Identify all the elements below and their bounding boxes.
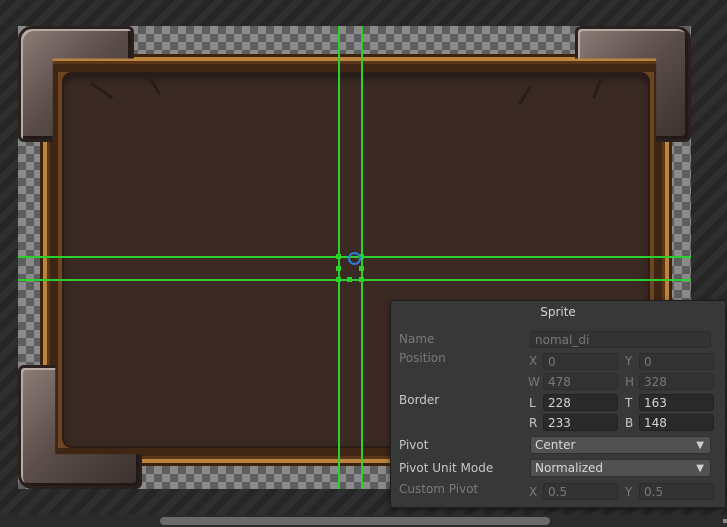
border-b-label: B — [625, 416, 634, 430]
pivot-unit-mode-value: Normalized — [535, 461, 604, 475]
pivot-label: Pivot — [399, 438, 429, 452]
chevron-down-icon: ▼ — [696, 463, 704, 474]
resize-handle[interactable] — [336, 254, 341, 259]
border-t-label: T — [625, 396, 633, 410]
pivot-dropdown-value: Center — [535, 438, 576, 452]
pivot-dropdown[interactable]: Center ▼ — [530, 436, 711, 454]
position-h-label: H — [625, 375, 635, 389]
pivot-unit-mode-label: Pivot Unit Mode — [399, 461, 494, 475]
custom-pivot-x-field[interactable]: 0.5 — [543, 483, 618, 500]
sprite-inspector-panel: Sprite Name nomal_di Position X 0 Y 0 W … — [390, 300, 726, 508]
panel-title: Sprite — [540, 305, 576, 319]
position-y-field[interactable]: 0 — [639, 353, 714, 370]
custom-pivot-x-label: X — [529, 485, 538, 499]
position-x-field[interactable]: 0 — [543, 353, 618, 370]
custom-pivot-y-label: Y — [625, 485, 633, 499]
border-label: Border — [399, 393, 440, 407]
custom-pivot-label: Custom Pivot — [399, 482, 479, 496]
position-w-label: W — [528, 375, 540, 389]
border-t-field[interactable]: 163 — [639, 394, 714, 411]
resize-handle[interactable] — [347, 277, 352, 282]
resize-handle[interactable] — [336, 277, 341, 282]
custom-pivot-y-field[interactable]: 0.5 — [639, 483, 714, 500]
crack-decoration — [518, 84, 532, 106]
position-x-label: X — [529, 354, 538, 368]
chevron-down-icon: ▼ — [696, 440, 704, 451]
crack-decoration — [592, 78, 602, 99]
position-label: Position — [399, 351, 446, 365]
position-y-label: Y — [625, 354, 633, 368]
border-l-field[interactable]: 228 — [543, 394, 618, 411]
pivot-unit-mode-dropdown[interactable]: Normalized ▼ — [530, 459, 711, 477]
border-guide-bottom[interactable] — [18, 279, 691, 281]
border-l-label: L — [529, 396, 536, 410]
border-r-label: R — [529, 416, 538, 430]
crack-decoration — [149, 78, 161, 96]
name-label: Name — [399, 332, 435, 346]
horizontal-scrollbar-thumb[interactable] — [160, 517, 550, 525]
position-w-field[interactable]: 478 — [543, 373, 618, 390]
name-field[interactable]: nomal_di — [530, 331, 711, 348]
position-h-field[interactable]: 328 — [639, 373, 714, 390]
pivot-handle-icon[interactable] — [348, 252, 361, 265]
border-b-field[interactable]: 148 — [639, 414, 714, 431]
border-r-field[interactable]: 233 — [543, 414, 618, 431]
resize-handle[interactable] — [359, 266, 364, 271]
resize-handle[interactable] — [336, 266, 341, 271]
resize-handle[interactable] — [359, 277, 364, 282]
resize-grip-icon[interactable] — [723, 519, 727, 523]
crack-decoration — [90, 82, 114, 100]
